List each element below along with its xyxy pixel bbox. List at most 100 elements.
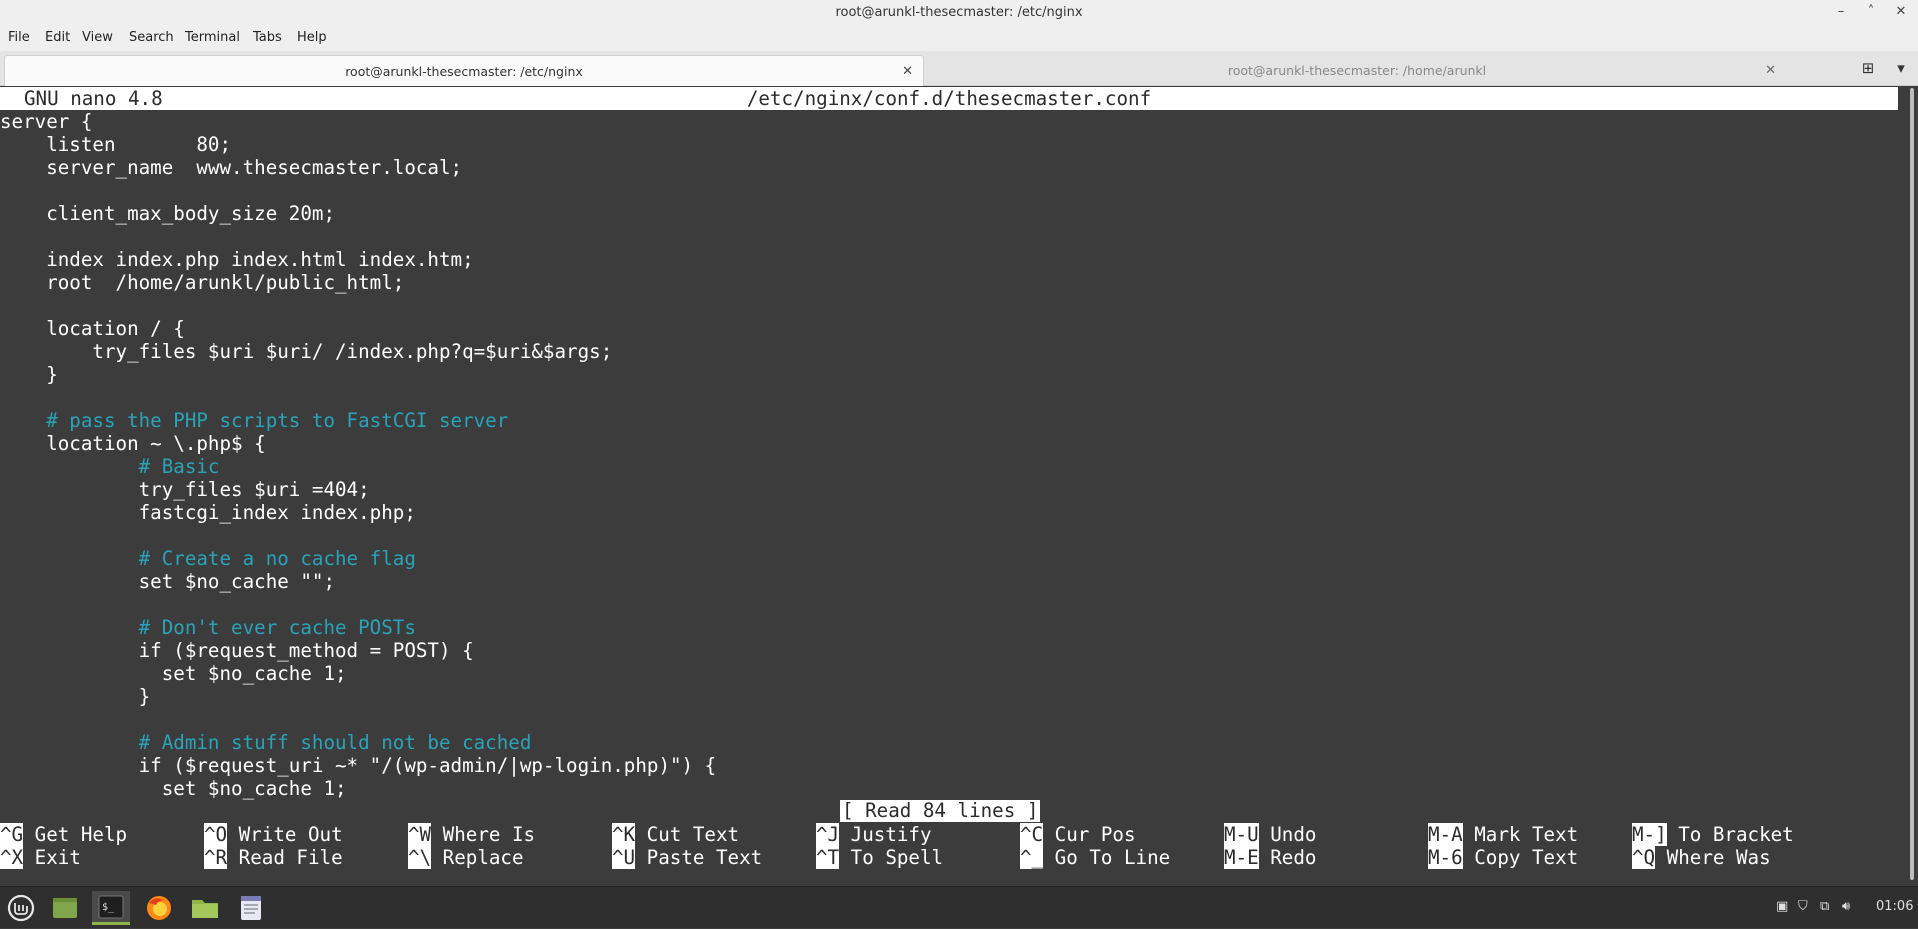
editor-line: listen 80;	[0, 133, 232, 156]
shortcut-key: ^W	[408, 823, 432, 846]
minimize-button[interactable]: –	[1830, 2, 1852, 22]
shortcut-where-was[interactable]: ^Q Where Was	[1632, 846, 1771, 869]
shortcut-justify[interactable]: ^J Justify	[816, 823, 932, 846]
network-icon[interactable]: ⧉	[1820, 899, 1829, 914]
menu-help[interactable]: Help	[297, 30, 327, 45]
taskbar-terminal[interactable]: $_	[92, 891, 130, 925]
tab-nginx[interactable]: root@arunkl-thesecmaster: /etc/nginx ✕	[4, 55, 924, 86]
editor-line: set $no_cache "";	[0, 570, 336, 593]
shortcut-write-out[interactable]: ^O Write Out	[204, 823, 343, 846]
shortcut-label: Write Out	[238, 823, 343, 846]
taskbar-files[interactable]	[186, 891, 224, 925]
editor-line: if ($request_method = POST) {	[0, 639, 474, 662]
shortcut-key: ^J	[816, 823, 840, 846]
editor-line: # pass the PHP scripts to FastCGI server	[0, 409, 509, 432]
shortcut-label: To Spell	[850, 846, 944, 869]
shortcut-read-file[interactable]: ^R Read File	[204, 846, 343, 869]
shortcut-key: ^\	[408, 846, 432, 869]
menu-tabs[interactable]: Tabs	[253, 30, 282, 45]
taskbar: $_ ▣ ⛉ ⧉ 🔊︎ 01:06	[0, 886, 1918, 928]
shortcut-label: Replace	[442, 846, 524, 869]
taskbar-text-editor[interactable]	[232, 891, 270, 925]
shortcut-key: ^T	[816, 846, 840, 869]
shortcut-label: Mark Text	[1474, 823, 1579, 846]
shortcut-label: Justify	[850, 823, 932, 846]
shield-icon[interactable]: ⛉	[1798, 899, 1808, 914]
tab-list-chevron-icon[interactable]: ▾	[1889, 56, 1913, 80]
shortcut-to-bracket[interactable]: M-] To Bracket	[1632, 823, 1794, 846]
menu-bar: File Edit View Search Terminal Tabs Help	[0, 26, 1918, 51]
shortcut-key: ^K	[612, 823, 636, 846]
menu-edit[interactable]: Edit	[45, 30, 70, 45]
tab-label: root@arunkl-thesecmaster: /etc/nginx	[345, 64, 583, 79]
editor-line: server_name www.thesecmaster.local;	[0, 156, 463, 179]
maximize-button[interactable]: ˄	[1860, 2, 1882, 22]
shortcut-label: Where Was	[1666, 846, 1771, 869]
shortcut-key: M-E	[1224, 846, 1259, 869]
shortcut-go-to-line[interactable]: ^_ Go To Line	[1020, 846, 1170, 869]
editor-line: # Create a no cache flag	[0, 547, 416, 570]
shortcut-key: ^G	[0, 823, 24, 846]
shortcut-exit[interactable]: ^X Exit	[0, 846, 81, 869]
shortcut-key: M-A	[1428, 823, 1463, 846]
shortcut-key: M-6	[1428, 846, 1463, 869]
clipboard-icon[interactable]: ▣	[1776, 899, 1788, 914]
editor-line: index index.php index.html index.htm;	[0, 248, 474, 271]
shortcut-label: Where Is	[442, 823, 536, 846]
shortcut-key: M-]	[1632, 823, 1667, 846]
editor-line: fastcgi_index index.php;	[0, 501, 416, 524]
menu-view[interactable]: View	[82, 30, 113, 45]
shortcut-key: ^C	[1020, 823, 1044, 846]
editor-line: client_max_body_size 20m;	[0, 202, 336, 225]
taskbar-firefox[interactable]	[140, 891, 178, 925]
shortcut-redo[interactable]: M-E Redo	[1224, 846, 1316, 869]
scrollbar-thumb[interactable]	[1910, 88, 1914, 880]
new-tab-icon[interactable]: ⊞	[1856, 56, 1880, 80]
start-menu-button[interactable]	[2, 891, 40, 925]
nano-status-message: [ Read 84 lines ]	[840, 799, 1041, 822]
shortcut-label: Copy Text	[1474, 846, 1579, 869]
menu-search[interactable]: Search	[129, 30, 174, 45]
shortcut-label: Paste Text	[646, 846, 763, 869]
terminal-icon: $_	[98, 895, 124, 919]
shortcut-label: Redo	[1270, 846, 1317, 869]
shortcut-mark-text[interactable]: M-A Mark Text	[1428, 823, 1578, 846]
close-tab-icon[interactable]: ✕	[902, 56, 913, 87]
shortcut-cur-pos[interactable]: ^C Cur Pos	[1020, 823, 1136, 846]
shortcut-copy-text[interactable]: M-6 Copy Text	[1428, 846, 1578, 869]
editor-line: }	[0, 685, 151, 708]
show-desktop-button[interactable]	[46, 891, 84, 925]
shortcut-get-help[interactable]: ^G Get Help	[0, 823, 127, 846]
clock[interactable]: 01:06	[1876, 899, 1913, 914]
window-title: root@arunkl-thesecmaster: /etc/nginx	[835, 5, 1083, 20]
editor-line: location / {	[0, 317, 185, 340]
close-tab-icon[interactable]: ✕	[1765, 55, 1776, 86]
shortcut-to-spell[interactable]: ^T To Spell	[816, 846, 943, 869]
folder-icon	[192, 900, 218, 918]
close-window-button[interactable]: ✕	[1890, 2, 1912, 22]
terminal-scrollbar[interactable]	[1906, 86, 1918, 886]
shortcut-label: Exit	[34, 846, 81, 869]
shortcut-key: ^X	[0, 846, 24, 869]
shortcut-key: M-U	[1224, 823, 1259, 846]
editor-line: try_files $uri $uri/ /index.php?q=$uri&$…	[0, 340, 613, 363]
text-editor-icon	[241, 896, 261, 920]
terminal-area[interactable]: GNU nano 4.8 /etc/nginx/conf.d/thesecmas…	[0, 86, 1906, 886]
editor-line: # Admin stuff should not be cached	[0, 731, 532, 754]
shortcut-label: Undo	[1270, 823, 1317, 846]
volume-icon[interactable]: 🔊︎	[1842, 899, 1850, 914]
shortcut-replace[interactable]: ^\ Replace	[408, 846, 524, 869]
menu-terminal[interactable]: Terminal	[185, 30, 240, 45]
shortcut-cut-text[interactable]: ^K Cut Text	[612, 823, 739, 846]
tab-label: root@arunkl-thesecmaster: /home/arunkl	[1227, 63, 1487, 78]
shortcut-label: Read File	[238, 846, 343, 869]
tab-home-arunkl[interactable]: root@arunkl-thesecmaster: /home/arunkl ✕	[928, 55, 1786, 86]
firefox-icon	[147, 896, 171, 920]
shortcut-key: ^R	[204, 846, 228, 869]
editor-line: # Don't ever cache POSTs	[0, 616, 416, 639]
shortcut-paste-text[interactable]: ^U Paste Text	[612, 846, 762, 869]
shortcut-where-is[interactable]: ^W Where Is	[408, 823, 535, 846]
editor-line: }	[0, 363, 58, 386]
shortcut-undo[interactable]: M-U Undo	[1224, 823, 1316, 846]
menu-file[interactable]: File	[8, 30, 30, 45]
